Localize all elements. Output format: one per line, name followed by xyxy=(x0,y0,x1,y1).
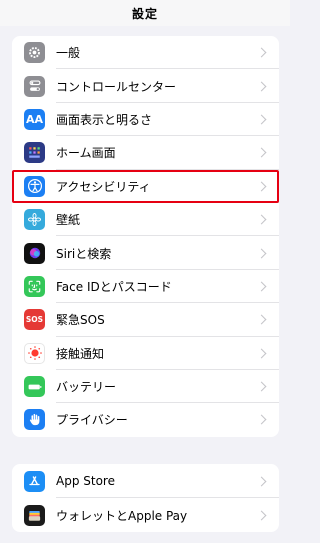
settings-row-home-screen[interactable]: ホーム画面 xyxy=(12,136,279,170)
battery-icon xyxy=(24,376,45,398)
settings-row-label: 一般 xyxy=(56,46,81,61)
settings-row-label: App Store xyxy=(56,474,115,488)
chevron-right-icon xyxy=(256,248,267,258)
chevron-right-icon xyxy=(256,476,267,486)
settings-row-label: 接触通知 xyxy=(56,346,105,361)
settings-group-main: 一般 コントロールセンター AA 画面表示と明るさ ホーム画面 アクセシビリティ xyxy=(12,36,279,437)
chevron-right-icon xyxy=(256,47,267,58)
chevron-right-icon xyxy=(256,81,267,92)
chevron-right-icon xyxy=(256,147,267,158)
chevron-right-icon xyxy=(256,281,267,292)
sos-glyph: SOS xyxy=(25,315,44,325)
wallet-icon xyxy=(24,504,45,526)
settings-row-label: 緊急SOS xyxy=(56,313,105,328)
settings-row-battery[interactable]: バッテリー xyxy=(12,370,279,404)
gear-icon xyxy=(24,42,45,64)
settings-row-wallet[interactable]: ウォレットとApple Pay xyxy=(12,498,279,532)
display-brightness-icon: AA xyxy=(24,108,45,130)
exposure-notification-icon xyxy=(24,342,45,364)
settings-row-app-store[interactable]: App Store xyxy=(12,464,279,498)
settings-row-label: ホーム画面 xyxy=(56,146,116,161)
settings-row-siri[interactable]: Siriと検索 xyxy=(12,236,279,271)
settings-row-general[interactable]: 一般 xyxy=(12,36,279,70)
settings-row-wallpaper[interactable]: 壁紙 xyxy=(12,203,279,237)
chevron-right-icon xyxy=(256,314,267,325)
page-title: 設定 xyxy=(131,6,158,21)
navigation-bar: 設定 xyxy=(0,0,290,26)
settings-row-label: プライバシー xyxy=(56,413,128,428)
chevron-right-icon xyxy=(256,114,267,125)
chevron-right-icon xyxy=(256,214,267,225)
settings-row-label: 壁紙 xyxy=(56,213,81,228)
settings-row-label: バッテリー xyxy=(56,380,117,395)
settings-row-label: コントロールセンター xyxy=(56,79,177,94)
settings-row-label: ウォレットとApple Pay xyxy=(56,508,188,523)
privacy-hand-icon xyxy=(24,409,45,431)
settings-group-store: App Store ウォレットとApple Pay xyxy=(12,464,279,532)
display-glyph: AA xyxy=(25,112,44,126)
settings-row-exposure-notification[interactable]: 接触通知 xyxy=(12,337,279,371)
settings-row-control-center[interactable]: コントロールセンター xyxy=(12,69,279,104)
settings-row-emergency-sos[interactable]: SOS 緊急SOS xyxy=(12,303,279,337)
sos-icon: SOS xyxy=(24,309,45,331)
settings-row-label: Siriと検索 xyxy=(56,246,112,261)
settings-row-display[interactable]: AA 画面表示と明るさ xyxy=(12,103,279,137)
settings-row-label: 画面表示と明るさ xyxy=(56,112,153,127)
chevron-right-icon xyxy=(256,510,267,520)
settings-row-privacy[interactable]: プライバシー xyxy=(12,403,279,436)
accessibility-highlight-box xyxy=(12,170,279,203)
siri-icon xyxy=(24,242,45,264)
chevron-right-icon xyxy=(256,415,267,425)
chevron-right-icon xyxy=(256,381,267,392)
settings-row-face-id[interactable]: Face IDとパスコード xyxy=(12,270,279,304)
chevron-right-icon xyxy=(256,348,267,359)
control-center-icon xyxy=(24,75,45,97)
face-id-icon xyxy=(24,275,45,297)
home-screen-icon xyxy=(24,142,45,164)
app-store-icon xyxy=(24,470,45,492)
wallpaper-icon xyxy=(24,209,45,231)
settings-row-label: Face IDとパスコード xyxy=(56,279,172,294)
